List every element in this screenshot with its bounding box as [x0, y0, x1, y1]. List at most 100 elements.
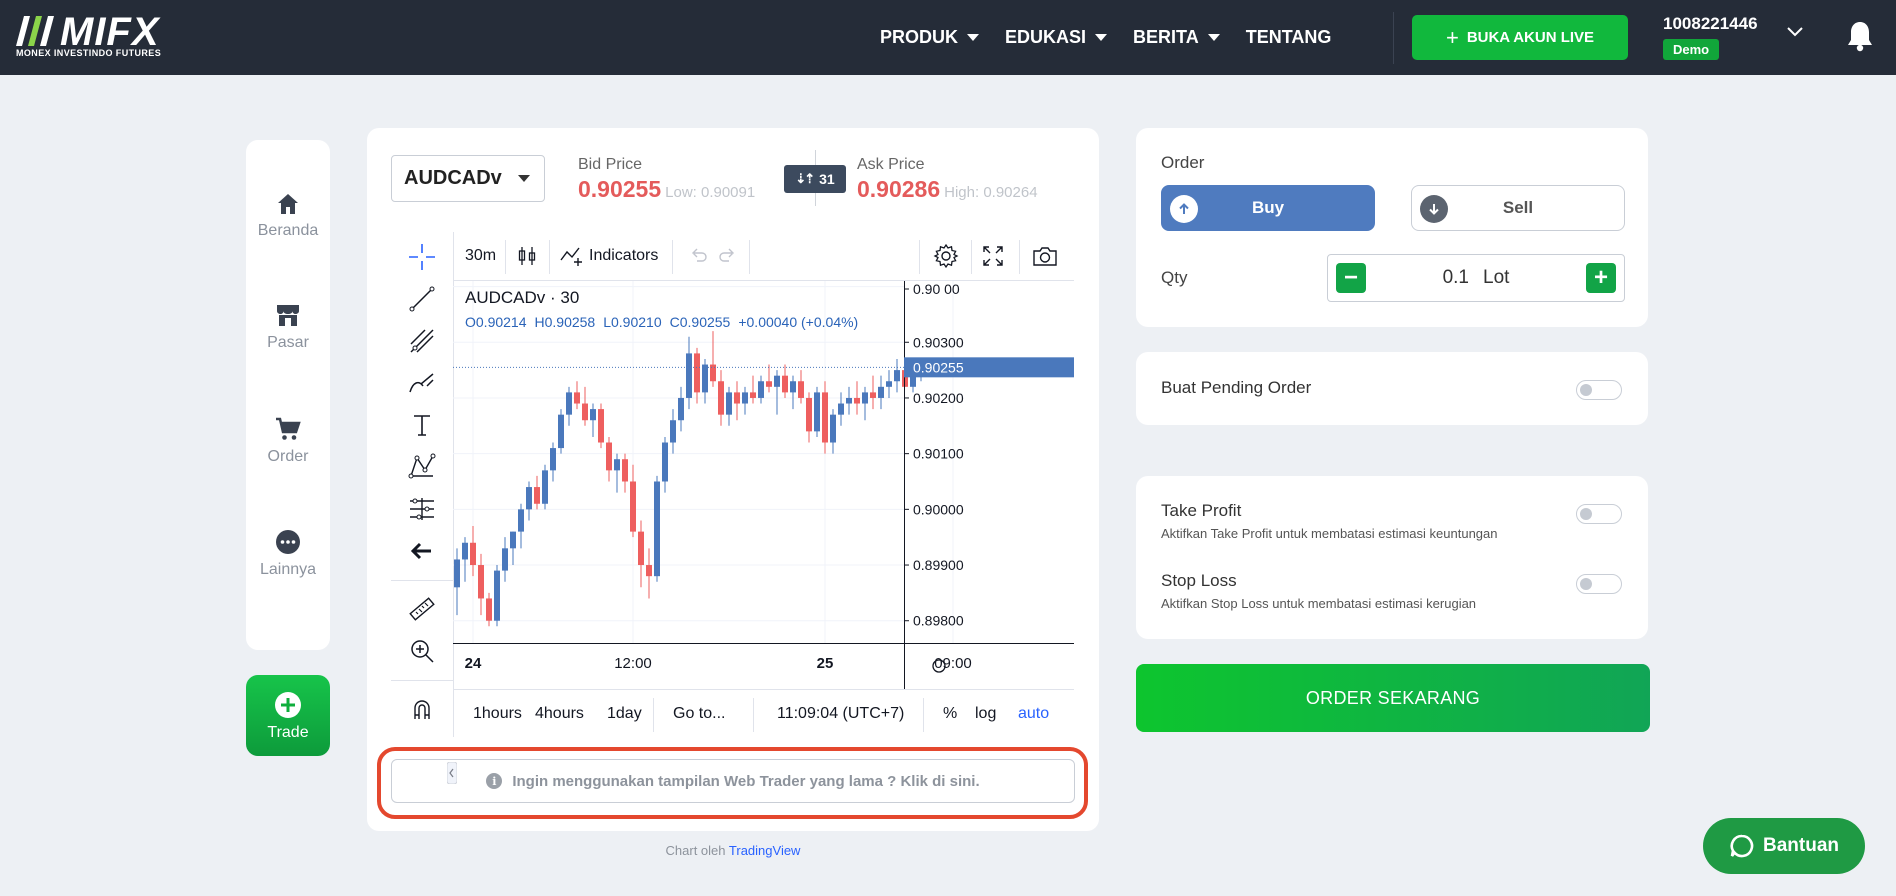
text-tool-icon[interactable]	[405, 408, 439, 442]
arrow-up-icon	[1170, 195, 1198, 223]
trend-line-tool-icon[interactable]	[405, 282, 439, 316]
candle-body	[574, 392, 580, 404]
tradingview-widget: 30m Indicators 0.90 00 0.90300 0.90200 0…	[391, 232, 1074, 784]
ruler-tool-icon[interactable]	[405, 592, 439, 626]
brush-tool-icon[interactable]	[405, 366, 439, 400]
buy-button[interactable]: Buy	[1161, 185, 1375, 231]
candles-icon	[518, 247, 536, 265]
range-4hours-button[interactable]: 4hours	[535, 690, 584, 738]
candle-body	[486, 598, 492, 621]
price-tick-label: 0.89800	[913, 613, 964, 629]
price-tick-label: 0.90000	[913, 501, 964, 517]
interval-button[interactable]: 30m	[465, 232, 496, 280]
candle-body	[750, 392, 756, 398]
take-profit-title: Take Profit	[1161, 501, 1242, 520]
chart-clock[interactable]: 11:09:04 (UTC+7)	[777, 690, 904, 738]
crosshair-tool-icon[interactable]	[405, 240, 439, 274]
candle-body	[510, 531, 516, 549]
qty-input[interactable]: 0.1 Lot	[1328, 255, 1624, 301]
logo-subtitle: MONEX INVESTINDO FUTURES	[16, 48, 162, 58]
chart-settings-button[interactable]	[933, 232, 959, 280]
pitchfork-tool-icon[interactable]	[405, 324, 439, 358]
candle-body	[678, 397, 684, 421]
chart-type-button[interactable]	[515, 232, 539, 280]
fullscreen-button[interactable]	[981, 232, 1005, 280]
bid-price-label: Bid Price	[578, 156, 643, 173]
range-1day-button[interactable]: 1day	[607, 690, 642, 738]
order-now-button[interactable]: ORDER SEKARANG	[1136, 664, 1650, 732]
take-profit-toggle[interactable]	[1576, 504, 1622, 524]
goto-date-button[interactable]: Go to...	[673, 690, 725, 738]
candle-body	[614, 459, 620, 471]
indicators-button[interactable]: Indicators	[559, 232, 658, 280]
candle-body	[470, 542, 476, 566]
nav-tentang[interactable]: TENTANG	[1246, 27, 1332, 48]
legend-open: O0.90214	[465, 314, 527, 330]
candle-body	[854, 397, 860, 404]
back-arrow-icon[interactable]	[405, 534, 439, 568]
price-tick-label: 0.90100	[913, 446, 964, 462]
chevron-down-icon	[517, 175, 530, 182]
sidebar-item-pasar[interactable]: Pasar	[246, 302, 330, 352]
candle-body	[582, 403, 588, 421]
sidebar-item-order[interactable]: Order	[246, 416, 330, 466]
range-1hours-button[interactable]: 1hours	[473, 690, 522, 738]
nav-edukasi[interactable]: EDUKASI	[1005, 27, 1108, 48]
tradingview-link[interactable]: TradingView	[729, 843, 801, 858]
old-web-trader-link[interactable]: i Ingin menggunakan tampilan Web Trader …	[391, 759, 1075, 803]
time-tick-label: 25	[817, 655, 834, 672]
mifx-logo[interactable]: MIFX MONEX INVESTINDO FUTURES	[16, 10, 186, 60]
magnet-icon[interactable]	[405, 692, 439, 726]
candle-body	[494, 570, 500, 621]
nav-divider	[1393, 12, 1394, 64]
percent-scale-button[interactable]: %	[943, 690, 957, 738]
pattern-tool-icon[interactable]	[405, 450, 439, 484]
arrow-down-icon	[1420, 195, 1448, 223]
nav-produk[interactable]: PRODUK	[880, 27, 980, 48]
pending-order-toggle[interactable]	[1576, 380, 1622, 400]
candle-body	[702, 364, 708, 393]
candle-body	[518, 509, 524, 532]
symbol-select[interactable]: AUDCADv	[391, 155, 545, 202]
candle-body	[894, 370, 900, 382]
drawing-toolbar	[391, 232, 454, 737]
log-scale-button[interactable]: log	[975, 690, 996, 738]
candle-body	[550, 448, 556, 471]
account-info[interactable]: 1008221446 Demo	[1663, 14, 1758, 60]
candle-body	[630, 481, 636, 532]
trade-button[interactable]: Trade	[246, 675, 330, 756]
candle-body	[838, 403, 844, 415]
candle-body	[598, 409, 604, 443]
legend-change: +0.00040 (+0.04%)	[738, 314, 859, 330]
account-number: 1008221446	[1663, 14, 1758, 33]
help-button[interactable]: Bantuan	[1703, 818, 1865, 874]
candle-body	[774, 375, 780, 387]
screenshot-button[interactable]	[1031, 232, 1059, 280]
bell-icon[interactable]	[1846, 20, 1874, 52]
sell-button[interactable]: Sell	[1411, 185, 1625, 231]
candlestick-chart[interactable]: 0.90 00 0.90300 0.90200 0.90100 0.90000 0.899…	[453, 281, 1074, 689]
chevron-down-icon	[1207, 34, 1220, 41]
redo-button[interactable]	[717, 232, 737, 280]
undo-button[interactable]	[689, 232, 709, 280]
stop-loss-toggle[interactable]	[1576, 574, 1622, 594]
sidebar-item-lainnya[interactable]: Lainnya	[246, 529, 330, 579]
chevron-down-icon[interactable]	[1786, 26, 1804, 38]
open-live-account-button[interactable]: + BUKA AKUN LIVE	[1412, 15, 1628, 60]
qty-decrease-button[interactable]: −	[1336, 263, 1366, 293]
indicators-icon	[560, 247, 582, 266]
order-title: Order	[1161, 153, 1205, 172]
qty-increase-button[interactable]: +	[1586, 263, 1616, 293]
sidebar-item-beranda[interactable]: Beranda	[246, 192, 330, 240]
candle-body	[654, 481, 660, 577]
price-chart[interactable]: 0.90 00 0.90300 0.90200 0.90100 0.90000 0.899…	[453, 281, 1074, 689]
candle-body	[502, 548, 508, 571]
nav-berita[interactable]: BERITA	[1133, 27, 1220, 48]
zoom-in-icon[interactable]	[405, 634, 439, 668]
prediction-tool-icon[interactable]	[405, 492, 439, 526]
tp-sl-card: Take Profit Aktifkan Take Profit untuk m…	[1136, 476, 1648, 639]
logo-slashes-icon	[16, 16, 54, 46]
ask-price-value: 0.90286	[857, 176, 941, 202]
redo-icon	[719, 248, 734, 262]
auto-scale-button[interactable]: auto	[1018, 690, 1049, 738]
